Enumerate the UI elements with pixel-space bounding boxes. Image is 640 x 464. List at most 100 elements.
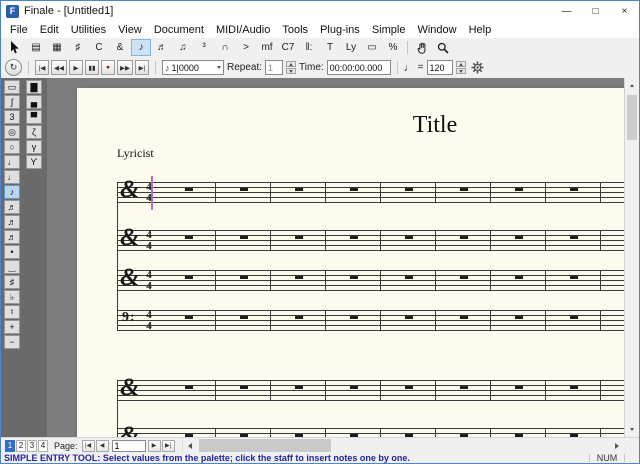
vertical-scroll-thumb[interactable] [627, 95, 637, 140]
staff-4[interactable]: 9: 44 [117, 310, 624, 331]
whole-rest[interactable]: ▄ [26, 95, 42, 109]
half-step-down[interactable]: − [4, 335, 20, 349]
sixty-fourth-note[interactable]: ♬ [4, 230, 20, 244]
articulation-tool[interactable]: > [236, 39, 256, 56]
page-button-1[interactable]: 1 [5, 440, 15, 452]
sharp[interactable]: ♯ [4, 275, 20, 289]
score-page[interactable]: Title Lyricist & 44 & 44 [77, 88, 624, 437]
augmentation-dot[interactable]: • [4, 245, 20, 259]
spinner-down-icon[interactable] [286, 68, 296, 74]
hyperscribe-tool[interactable]: ♫ [173, 39, 193, 56]
sixteenth-note[interactable]: ♬ [4, 200, 20, 214]
quarter-rest[interactable]: ζ [26, 125, 42, 139]
measure-tool[interactable]: ▦ [47, 39, 67, 56]
horizontal-scroll-thumb[interactable] [199, 439, 331, 452]
repeat-field[interactable] [265, 60, 283, 75]
whole-note[interactable]: ○ [4, 140, 20, 154]
menu-simple[interactable]: Simple [366, 23, 412, 37]
scroll-left-button[interactable] [183, 438, 198, 453]
vertical-scrollbar[interactable] [624, 78, 639, 437]
page-layout-tool[interactable]: ▭ [362, 39, 382, 56]
thirty-second-note[interactable]: ♬ [4, 215, 20, 229]
maximize-button[interactable]: □ [581, 1, 610, 21]
double-whole-rest[interactable]: ▇ [26, 80, 42, 94]
repeat-spinner[interactable] [286, 61, 296, 74]
zoom-tool[interactable] [433, 39, 453, 56]
scroll-right-button[interactable] [609, 438, 624, 453]
lyrics-tool[interactable]: Ly [341, 39, 361, 56]
staff-2[interactable]: & 44 [117, 230, 624, 251]
record-button[interactable]: ● [101, 60, 115, 75]
previous-page-button[interactable]: ◀ [96, 440, 109, 452]
clef-tool[interactable]: & [110, 39, 130, 56]
spinner-down-icon[interactable] [456, 68, 466, 74]
menu-edit[interactable]: Edit [34, 23, 65, 37]
close-button[interactable]: × [610, 1, 639, 21]
half-note[interactable]: ♩ [4, 155, 20, 169]
time-field[interactable] [327, 60, 391, 75]
page-number-input[interactable] [112, 440, 146, 452]
eighth-rest[interactable]: γ [26, 140, 42, 154]
go-to-end-button[interactable]: ▶| [135, 60, 149, 75]
staff-tool[interactable]: ▤ [26, 39, 46, 56]
menu-utilities[interactable]: Utilities [65, 23, 112, 37]
tempo-input[interactable] [430, 63, 450, 73]
tuplet-tool[interactable]: ³ [194, 39, 214, 56]
next-page-button[interactable]: ▶ [148, 440, 161, 452]
sixteenth-rest[interactable]: ϒ [26, 155, 42, 169]
fast-forward-button[interactable]: ▶▶ [117, 60, 133, 75]
tuplet[interactable]: 3 [4, 110, 20, 124]
horizontal-scrollbar[interactable] [182, 438, 624, 453]
staff-5[interactable]: & [117, 380, 624, 401]
smart-shape-tool[interactable]: ∩ [215, 39, 235, 56]
rewind-button[interactable]: ◀◀ [51, 60, 67, 75]
text-tool[interactable]: T [320, 39, 340, 56]
selection-tool[interactable] [5, 39, 25, 56]
resize-tool[interactable]: % [383, 39, 403, 56]
page-button-3[interactable]: 3 [27, 440, 37, 452]
menu-plug-ins[interactable]: Plug-ins [314, 23, 366, 37]
menu-tools[interactable]: Tools [276, 23, 314, 37]
score-viewport[interactable]: Title Lyricist & 44 & 44 [47, 78, 624, 437]
key-signature-tool[interactable]: ♯ [68, 39, 88, 56]
menu-view[interactable]: View [112, 23, 148, 37]
page-button-4[interactable]: 4 [38, 440, 48, 452]
counter-field[interactable]: ♪ [162, 60, 224, 75]
counter-input[interactable] [172, 63, 216, 73]
gear-icon[interactable] [469, 59, 486, 76]
scroll-up-button[interactable] [625, 78, 639, 93]
repeat-tool[interactable]: ‖: [299, 39, 319, 56]
time-signature-tool[interactable]: C [89, 39, 109, 56]
playback-controls-icon[interactable]: ↻ [5, 59, 22, 76]
hand-grabber-tool[interactable] [412, 39, 432, 56]
staff-6[interactable]: & [117, 428, 624, 437]
spinner-up-icon[interactable] [456, 61, 466, 67]
page-button-2[interactable]: 2 [16, 440, 26, 452]
natural[interactable]: ♮ [4, 305, 20, 319]
flat[interactable]: ♭ [4, 290, 20, 304]
eraser-tool[interactable]: ▭ [4, 80, 20, 94]
double-whole-note[interactable]: ◎ [4, 125, 20, 139]
menu-document[interactable]: Document [148, 23, 210, 37]
expression-tool[interactable]: mf [257, 39, 277, 56]
staff-3[interactable]: & 44 [117, 270, 624, 291]
time-input[interactable] [330, 63, 388, 73]
menu-window[interactable]: Window [411, 23, 462, 37]
play-button[interactable]: ▶ [69, 60, 83, 75]
counter-dropdown-icon[interactable] [217, 66, 221, 69]
grace-note[interactable]: ʃ [4, 95, 20, 109]
tempo-spinner[interactable] [456, 61, 466, 74]
last-page-button[interactable]: ▶| [162, 440, 175, 452]
quarter-note[interactable]: ♩ [4, 170, 20, 184]
half-step-up[interactable]: + [4, 320, 20, 334]
go-to-beginning-button[interactable]: |◀ [35, 60, 49, 75]
chord-tool[interactable]: C7 [278, 39, 298, 56]
pause-button[interactable]: ▮▮ [85, 60, 99, 75]
simple-entry-tool[interactable]: ♪ [131, 39, 151, 56]
spinner-up-icon[interactable] [286, 61, 296, 67]
minimize-button[interactable]: — [552, 1, 581, 21]
scroll-down-button[interactable] [625, 422, 639, 437]
tie[interactable]: ‿ [4, 260, 20, 274]
staff-1[interactable]: & 44 [117, 182, 624, 203]
speedy-entry-tool[interactable]: ♬ [152, 39, 172, 56]
